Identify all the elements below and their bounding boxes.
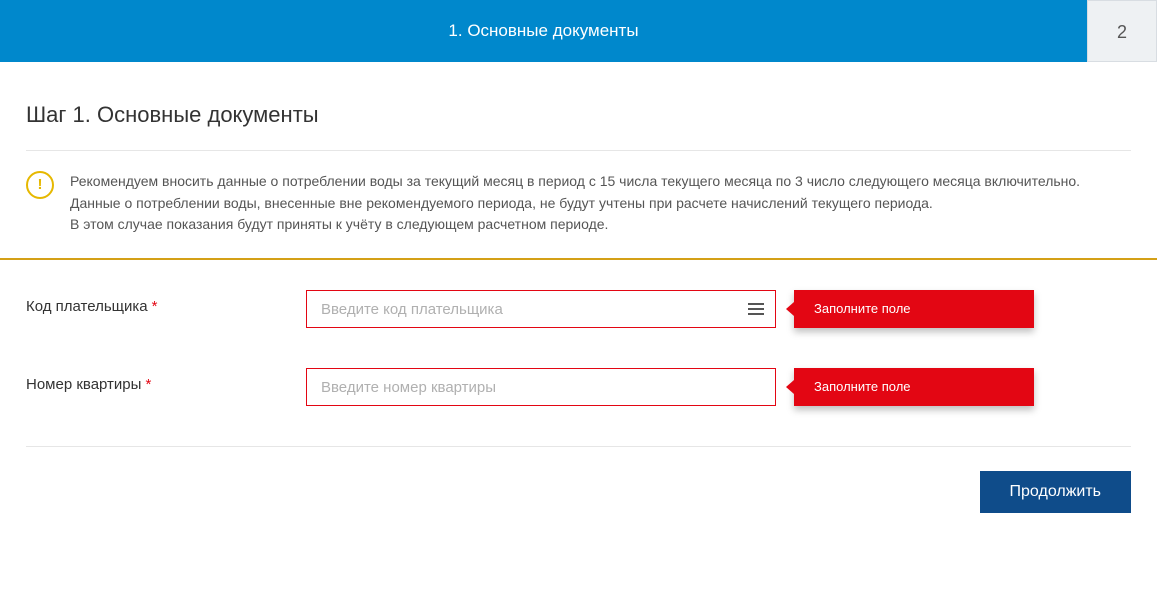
notice-line-1: Рекомендуем вносить данные о потреблении… bbox=[70, 171, 1080, 193]
page-title: Шаг 1. Основные документы bbox=[26, 102, 1131, 151]
notice-line-2: Данные о потреблении воды, внесенные вне… bbox=[70, 193, 1080, 215]
step-active[interactable]: 1. Основные документы bbox=[0, 0, 1087, 62]
step-inactive[interactable]: 2 bbox=[1087, 0, 1157, 62]
menu-icon[interactable] bbox=[748, 303, 764, 315]
payer-code-label: Код плательщика bbox=[26, 298, 148, 315]
apartment-input[interactable] bbox=[306, 368, 776, 406]
continue-button[interactable]: Продолжить bbox=[980, 471, 1131, 513]
divider bbox=[26, 446, 1131, 447]
notice-line-3: В этом случае показания будут приняты к … bbox=[70, 214, 1080, 236]
notice-block: ! Рекомендуем вносить данные о потреблен… bbox=[26, 151, 1131, 258]
apartment-label-wrap: Номер квартиры* bbox=[26, 368, 306, 393]
payer-code-input[interactable] bbox=[306, 290, 776, 328]
stepper: 1. Основные документы 2 bbox=[0, 0, 1157, 62]
notice-text: Рекомендуем вносить данные о потреблении… bbox=[70, 171, 1080, 236]
payer-code-row: Код плательщика* Заполните поле bbox=[26, 290, 1131, 328]
payer-code-input-wrap bbox=[306, 290, 776, 328]
apartment-input-wrap bbox=[306, 368, 776, 406]
required-mark: * bbox=[152, 298, 158, 315]
apartment-row: Номер квартиры* Заполните поле bbox=[26, 368, 1131, 406]
warning-icon: ! bbox=[26, 171, 54, 199]
payer-code-error: Заполните поле bbox=[794, 290, 1034, 328]
gold-divider bbox=[0, 258, 1157, 260]
payer-code-label-wrap: Код плательщика* bbox=[26, 290, 306, 315]
apartment-error: Заполните поле bbox=[794, 368, 1034, 406]
form-panel: Шаг 1. Основные документы ! Рекомендуем … bbox=[0, 102, 1157, 543]
required-mark: * bbox=[145, 376, 151, 393]
apartment-label: Номер квартиры bbox=[26, 376, 141, 393]
actions-bar: Продолжить bbox=[26, 471, 1131, 543]
